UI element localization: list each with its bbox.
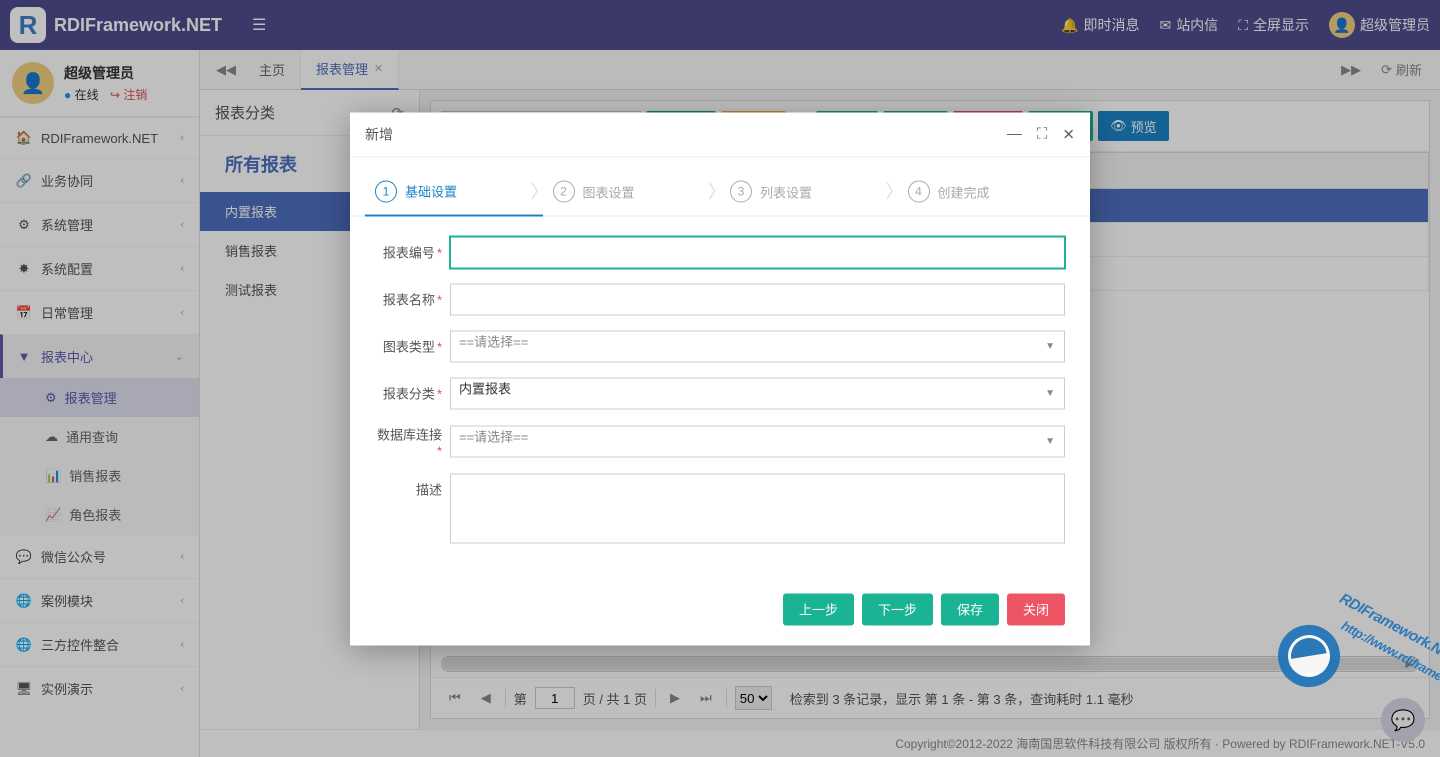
next-button[interactable]: 下一步 (862, 593, 933, 625)
wizard-steps: 1基础设置〉2图表设置〉3列表设置〉4创建完成 (350, 157, 1090, 216)
label-desc: 描述 (375, 473, 450, 498)
input-report-name[interactable] (450, 283, 1065, 315)
step-number: 1 (375, 180, 397, 202)
select-category[interactable]: 内置报表 (450, 377, 1065, 409)
input-report-code[interactable] (450, 236, 1065, 268)
modal-title: 新增 (365, 124, 393, 144)
prev-button[interactable]: 上一步 (783, 593, 854, 625)
label-chart-type: 图表类型* (375, 337, 450, 356)
label-db: 数据库连接* (375, 424, 450, 458)
close-icon[interactable]: ✕ (1062, 125, 1075, 143)
step-label: 列表设置 (760, 182, 812, 201)
textarea-desc[interactable] (450, 473, 1065, 543)
modal: 新增 — ⛶ ✕ 1基础设置〉2图表设置〉3列表设置〉4创建完成 报表编号* 报… (350, 112, 1090, 645)
cancel-button[interactable]: 关闭 (1007, 593, 1065, 625)
wizard-step[interactable]: 2图表设置〉 (543, 172, 721, 215)
wizard-step[interactable]: 3列表设置〉 (720, 172, 898, 215)
wizard-step[interactable]: 4 创建完成 (898, 172, 1076, 215)
label-category: 报表分类* (375, 384, 450, 403)
modal-form: 报表编号* 报表名称* 图表类型* ==请选择== ▼ 报表分类* 内置报表 ▼… (350, 216, 1090, 578)
minimize-icon[interactable]: — (1007, 125, 1022, 143)
save-button[interactable]: 保存 (941, 593, 999, 625)
maximize-icon[interactable]: ⛶ (1037, 125, 1048, 143)
step-label: 基础设置 (405, 182, 457, 201)
select-chart-type[interactable]: ==请选择== (450, 330, 1065, 362)
wizard-step[interactable]: 1基础设置〉 (365, 172, 543, 216)
step-number: 3 (730, 181, 752, 203)
label-name: 报表名称* (375, 290, 450, 309)
step-label: 图表设置 (583, 182, 635, 201)
step-number: 2 (553, 181, 575, 203)
step-number: 4 (908, 181, 930, 203)
modal-footer: 上一步 下一步 保存 关闭 (350, 578, 1090, 645)
select-db[interactable]: ==请选择== (450, 425, 1065, 457)
modal-header: 新增 — ⛶ ✕ (350, 112, 1090, 157)
label-code: 报表编号* (375, 243, 450, 262)
step-label: 创建完成 (938, 182, 990, 201)
